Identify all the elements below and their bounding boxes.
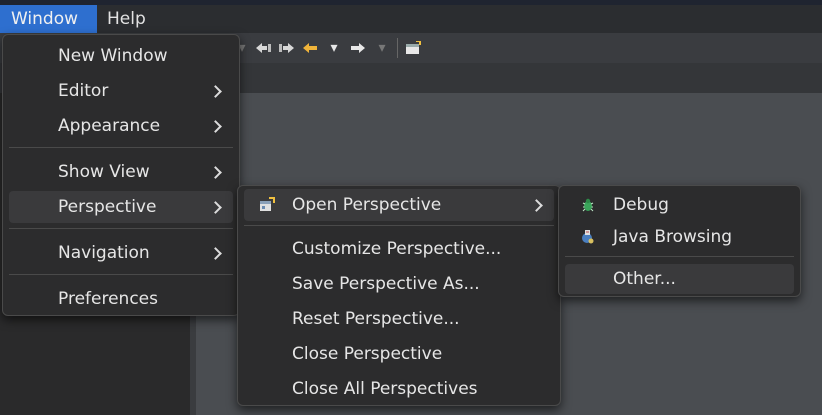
menu-separator [9, 228, 233, 229]
menu-item-new-window[interactable]: New Window [9, 40, 233, 72]
perspective-submenu: Open Perspective Customize Perspective..… [237, 185, 561, 406]
menu-item-label: Navigation [58, 243, 150, 263]
menu-item-show-view[interactable]: Show View [9, 156, 233, 188]
chevron-right-icon [209, 166, 222, 179]
menu-item-other[interactable]: Other... [565, 264, 794, 294]
prev-edit-location-icon[interactable] [254, 38, 274, 58]
menu-item-label: Customize Perspective... [292, 239, 502, 259]
menu-item-label: Other... [613, 269, 676, 289]
open-perspective-toolbar-icon[interactable] [403, 38, 423, 58]
forward-dropdown-icon[interactable]: ▾ [372, 38, 392, 58]
menu-item-java-browsing[interactable]: Java Browsing [565, 221, 794, 253]
menu-window[interactable]: Window [0, 5, 97, 33]
menu-separator [9, 147, 233, 148]
menu-item-label: Editor [58, 81, 109, 101]
chevron-right-icon [209, 85, 222, 98]
menu-separator [244, 225, 554, 226]
toolbar-separator [397, 38, 398, 58]
menu-item-label: Debug [613, 195, 669, 215]
menu-item-open-perspective[interactable]: Open Perspective [244, 189, 554, 221]
forward-arrow-icon[interactable] [348, 38, 368, 58]
back-dropdown-icon[interactable]: ▾ [324, 38, 344, 58]
menu-item-label: Open Perspective [292, 195, 442, 215]
menu-item-close-all-perspectives[interactable]: Close All Perspectives [244, 373, 554, 405]
chevron-right-icon [209, 201, 222, 214]
next-edit-location-icon[interactable] [276, 38, 296, 58]
menu-item-label: Show View [58, 162, 150, 182]
menu-item-save-perspective-as[interactable]: Save Perspective As... [244, 268, 554, 300]
menu-item-label: Close Perspective [292, 344, 443, 364]
menu-item-close-perspective[interactable]: Close Perspective [244, 338, 554, 370]
menu-item-label: Appearance [58, 116, 161, 136]
menu-help[interactable]: Help [107, 5, 146, 33]
menu-item-preferences[interactable]: Preferences [9, 283, 233, 315]
menu-item-appearance[interactable]: Appearance [9, 110, 233, 142]
chevron-right-icon [530, 199, 543, 212]
menu-item-editor[interactable]: Editor [9, 75, 233, 107]
menu-bar: Window Help [0, 5, 822, 33]
menu-item-label: Close All Perspectives [292, 379, 478, 399]
open-perspective-icon [260, 197, 275, 211]
menu-item-perspective[interactable]: Perspective [9, 191, 233, 223]
menu-item-label: Preferences [58, 289, 158, 309]
menu-item-label: New Window [58, 46, 168, 66]
menu-item-debug[interactable]: Debug [565, 189, 794, 221]
menu-item-label: Reset Perspective... [292, 309, 460, 329]
chevron-right-icon [209, 120, 222, 133]
chevron-right-icon [209, 247, 222, 260]
debug-bug-icon [582, 198, 594, 212]
menu-item-label: Save Perspective As... [292, 274, 480, 294]
menu-item-reset-perspective[interactable]: Reset Perspective... [244, 303, 554, 335]
open-perspective-submenu: Debug Java Browsing Other... [558, 185, 801, 297]
menu-item-navigation[interactable]: Navigation [9, 237, 233, 269]
back-arrow-icon[interactable] [300, 38, 320, 58]
window-menu: New Window Editor Appearance Show View P… [2, 34, 240, 316]
menu-item-customize-perspective[interactable]: Customize Perspective... [244, 233, 554, 265]
menu-item-label: Perspective [58, 197, 157, 217]
menu-item-label: Java Browsing [613, 227, 733, 247]
java-browsing-icon [582, 230, 594, 244]
menu-separator [565, 256, 794, 257]
menu-separator [9, 274, 233, 275]
